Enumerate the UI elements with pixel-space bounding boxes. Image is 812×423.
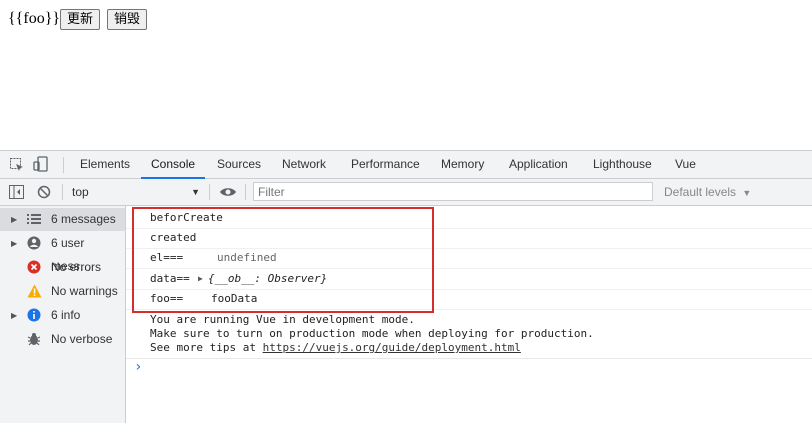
tab-network[interactable]: Network [282,151,326,178]
tab-vue[interactable]: Vue [675,151,696,178]
context-selector[interactable]: top ▼ [72,179,204,205]
sidebar-toggle-icon[interactable] [9,185,24,199]
notice-prefix: See more tips at [150,341,263,354]
tab-elements[interactable]: Elements [80,151,130,178]
dropdown-arrow-icon: ▼ [742,188,752,198]
console-prompt[interactable]: › [134,358,142,376]
toolbar-separator [62,184,63,200]
devtools-panel: Elements Console Sources Network Perform… [0,150,812,423]
expand-arrow-icon: ▶ [11,215,18,224]
sidebar-item-label: No verbose [51,332,113,346]
console-toolbar: top ▼ Default levels ▼ [0,179,812,206]
destroy-button[interactable]: 销毁 [107,9,148,30]
sidebar-item-errors[interactable]: No errors [0,256,125,279]
info-icon [27,308,41,322]
notice-line-1: You are running Vue in development mode. [150,313,415,326]
toolbar-separator [209,184,210,200]
warning-icon [27,284,42,298]
tab-console[interactable]: Console [140,151,206,179]
toolbar-separator [63,157,64,173]
expand-arrow-icon: ▶ [11,311,18,320]
tab-sources[interactable]: Sources [217,151,261,178]
template-text: {{foo}} [8,10,61,27]
dropdown-arrow-icon: ▼ [191,187,200,197]
list-icon [27,213,41,225]
sidebar-item-info[interactable]: ▶ 6 info [0,304,125,327]
update-button[interactable]: 更新 [60,9,101,30]
tab-application[interactable]: Application [509,151,568,178]
error-icon [27,260,41,274]
notice-line-3: See more tips at https://vuejs.org/guide… [150,341,521,355]
inspect-element-icon[interactable] [9,157,25,173]
sidebar-item-label: No warnings [51,284,118,298]
clear-console-icon[interactable] [37,185,51,199]
live-expression-eye-icon[interactable] [219,186,237,198]
sidebar-item-verbose[interactable]: No verbose [0,328,125,351]
device-toolbar-icon[interactable] [33,156,49,173]
deployment-link[interactable]: https://vuejs.org/guide/deployment.html [263,341,521,354]
console-sidebar: ▶ 6 messages ▶ 6 user mess… No errors No… [0,206,126,423]
toolbar-separator [245,184,246,200]
console-output: beforCreate created el=== undefined data… [126,206,812,423]
sidebar-item-warnings[interactable]: No warnings [0,280,125,303]
sidebar-item-user-messages[interactable]: ▶ 6 user mess… [0,232,125,273]
bug-icon [27,332,41,346]
console-filter-input[interactable] [253,182,653,201]
sidebar-item-messages[interactable]: ▶ 6 messages [0,208,125,231]
tab-lighthouse[interactable]: Lighthouse [593,151,652,178]
sidebar-item-label: 6 info [51,308,81,322]
page-viewport: {{foo}} 更新 销毁 [0,0,812,150]
highlight-box [132,207,434,313]
devtools-tabbar: Elements Console Sources Network Perform… [0,151,812,179]
log-levels-label: Default levels [664,185,737,199]
log-levels-dropdown[interactable]: Default levels ▼ [664,179,751,205]
notice-line-2: Make sure to turn on production mode whe… [150,327,594,340]
sidebar-item-label: No errors [51,260,102,274]
expand-arrow-icon: ▶ [11,239,18,248]
console-message-vue-notice: You are running Vue in development mode.… [126,312,812,359]
user-icon [27,236,41,250]
tab-performance[interactable]: Performance [351,151,420,178]
tab-memory[interactable]: Memory [441,151,484,178]
context-value: top [72,185,89,199]
sidebar-item-label: 6 messages [51,212,116,226]
